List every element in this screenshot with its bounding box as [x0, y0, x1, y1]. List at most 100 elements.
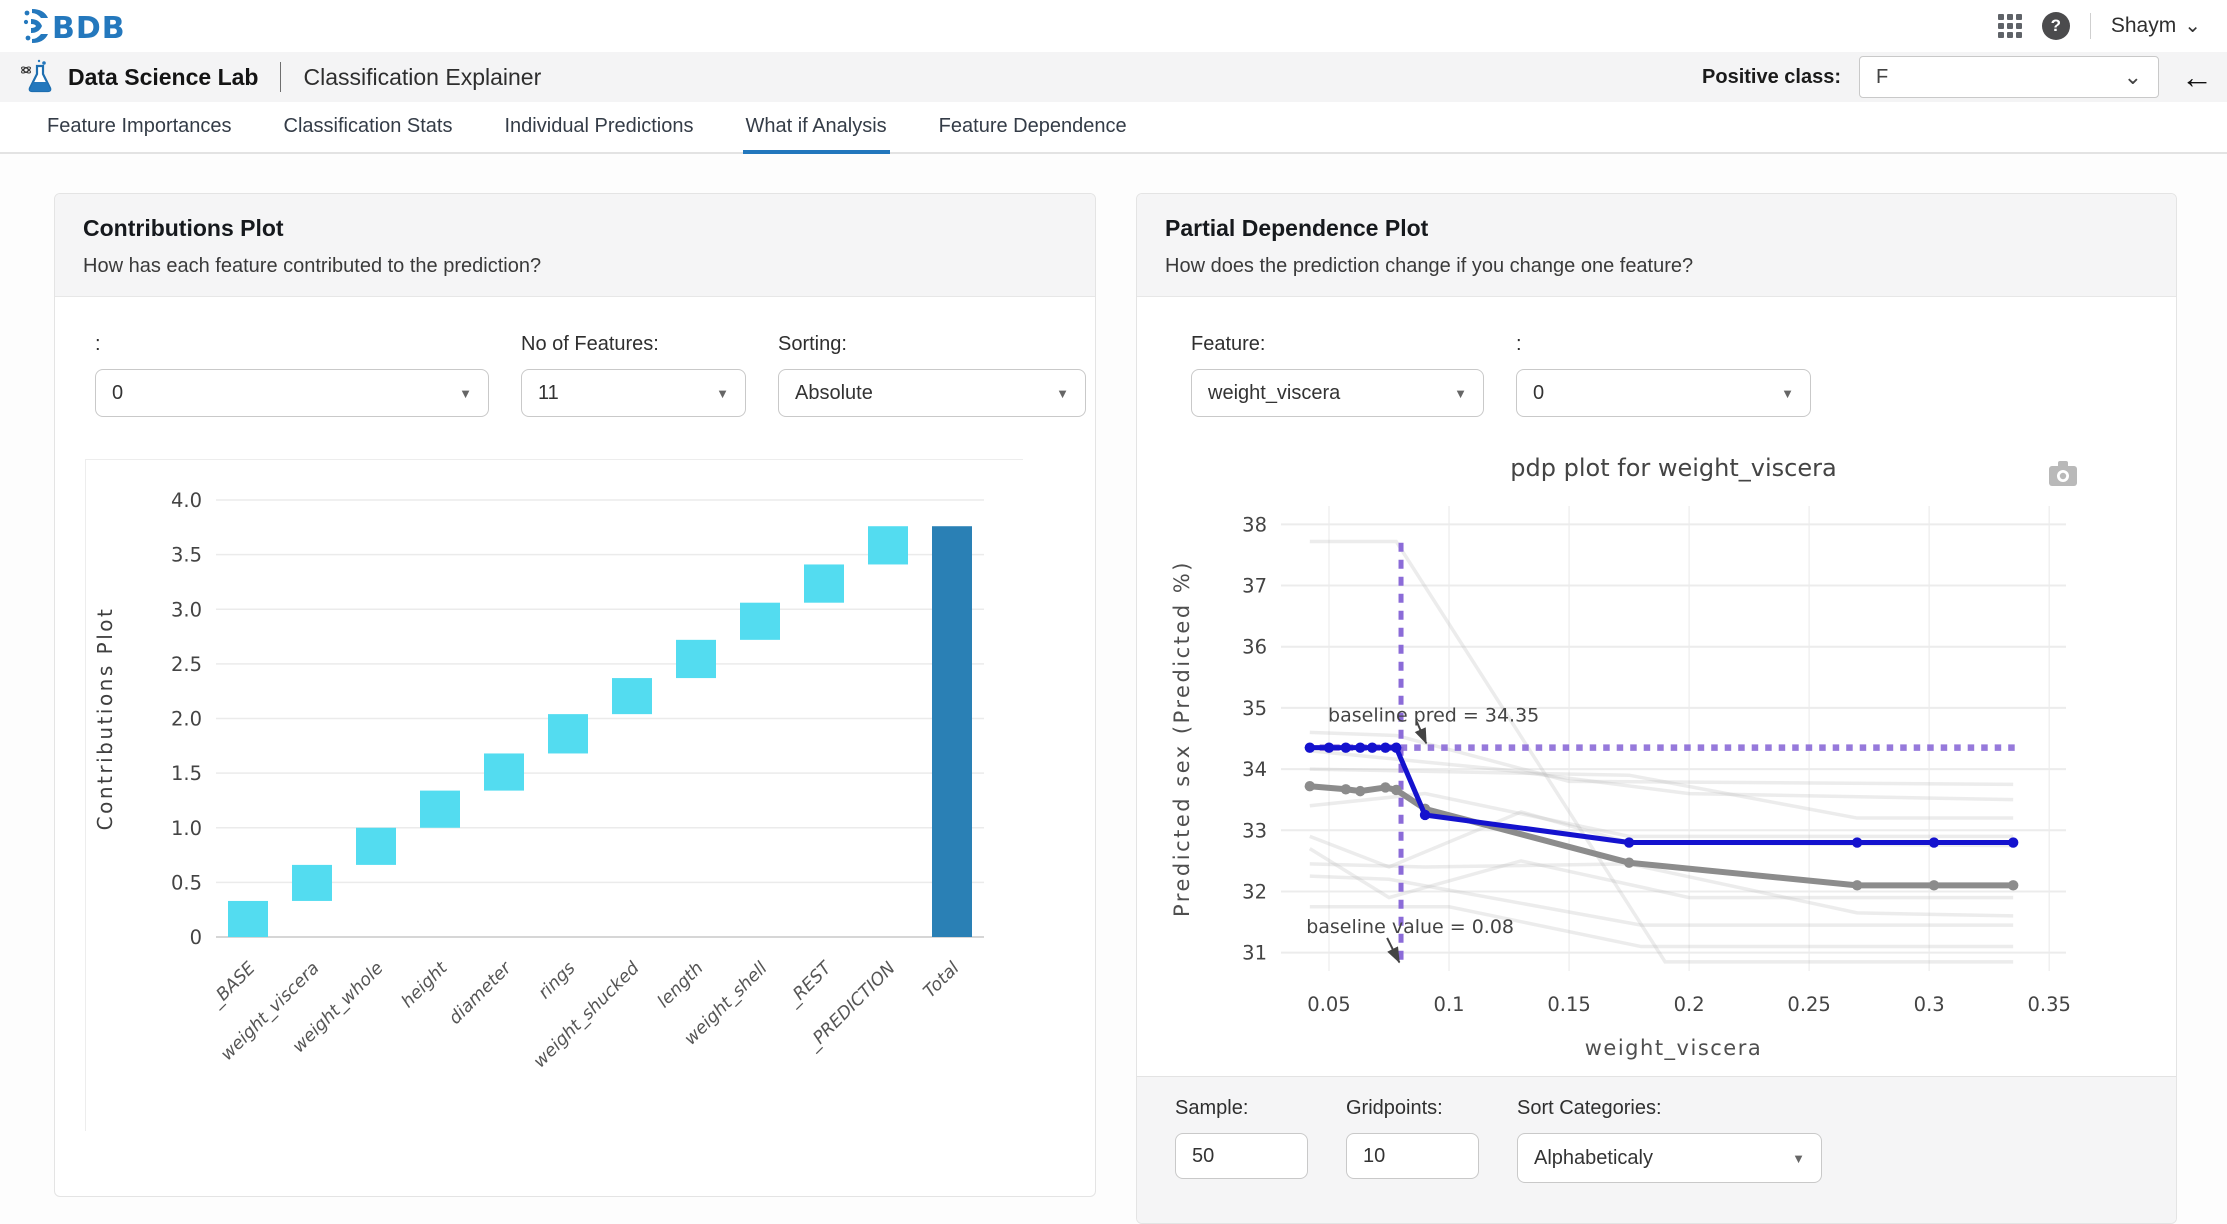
tab-what-if-analysis[interactable]: What if Analysis — [743, 102, 890, 154]
caret-down-icon: ▼ — [1781, 386, 1794, 401]
bdb-logo[interactable]: BDB — [22, 5, 162, 47]
svg-text:0.2: 0.2 — [1674, 993, 1705, 1016]
svg-text:0.05: 0.05 — [1307, 993, 1350, 1016]
back-arrow-icon[interactable]: ← — [2181, 59, 2213, 96]
chevron-down-icon: ⌄ — [2184, 21, 2201, 31]
tab-feature-importances[interactable]: Feature Importances — [44, 102, 235, 154]
contributions-panel: Contributions Plot How has each feature … — [54, 193, 1096, 1197]
sample-input[interactable] — [1175, 1133, 1308, 1179]
svg-text:baseline value = 0.08: baseline value = 0.08 — [1306, 916, 1514, 938]
num-features-label: No of Features: — [521, 333, 746, 356]
caret-down-icon: ▼ — [716, 386, 729, 401]
svg-text:1.5: 1.5 — [171, 762, 202, 785]
topbar-divider — [2090, 13, 2091, 39]
svg-text:0.35: 0.35 — [2027, 993, 2070, 1016]
wf-bar-_BASE — [228, 901, 268, 937]
gridpoints-input[interactable] — [1346, 1133, 1479, 1179]
pdp-x-axis-title: weight_viscera — [1585, 1036, 1762, 1061]
tab-individual-predictions[interactable]: Individual Predictions — [502, 102, 697, 154]
pdp-bottom-controls: Sample: Gridpoints: Sort Categories: Alp… — [1137, 1076, 2176, 1223]
sorting-value: Absolute — [795, 382, 873, 405]
feature-select[interactable]: weight_viscera ▼ — [1191, 369, 1484, 417]
svg-text:0.25: 0.25 — [1787, 993, 1830, 1016]
positive-class-select[interactable]: F ⌄ — [1859, 56, 2159, 98]
num-features-select[interactable]: 11 ▼ — [521, 369, 746, 417]
sorting-select[interactable]: Absolute ▼ — [778, 369, 1086, 417]
bdb-logo-icon: BDB — [22, 5, 162, 47]
feature-value: weight_viscera — [1208, 382, 1340, 405]
svg-text:0.1: 0.1 — [1434, 993, 1465, 1016]
wf-bar-weight_shucked — [612, 678, 652, 714]
apps-grid-icon[interactable] — [1998, 14, 2022, 38]
svg-text:3.0: 3.0 — [171, 598, 202, 621]
wf-bar-diameter — [484, 753, 524, 790]
page-root: BDB ? Shaym ⌄ — [0, 0, 2227, 1218]
svg-text:34: 34 — [1242, 758, 1267, 781]
index-control: : 0 ▼ — [95, 333, 489, 417]
pdp-index-label: : — [1516, 333, 1811, 356]
sorting-control: Sorting: Absolute ▼ — [778, 333, 1086, 417]
contributions-waterfall-chart[interactable]: 00.51.01.52.02.53.03.54.0Contributions P… — [86, 460, 1024, 1132]
help-icon[interactable]: ? — [2042, 12, 2070, 40]
top-bar: BDB ? Shaym ⌄ — [0, 0, 2227, 52]
num-features-value: 11 — [538, 382, 559, 405]
tab-feature-dependence[interactable]: Feature Dependence — [936, 102, 1130, 154]
svg-text:36: 36 — [1242, 636, 1267, 659]
svg-text:3.5: 3.5 — [171, 544, 202, 567]
pdp-chart[interactable]: 0.050.10.150.20.250.30.35313233343536373… — [1161, 431, 2111, 1071]
user-menu[interactable]: Shaym ⌄ — [2111, 14, 2201, 38]
num-features-control: No of Features: 11 ▼ — [521, 333, 746, 417]
svg-text:32: 32 — [1242, 880, 1267, 903]
contributions-panel-header: Contributions Plot How has each feature … — [55, 194, 1095, 297]
svg-text:0: 0 — [190, 926, 202, 949]
wf-bar-length — [676, 640, 716, 678]
caret-down-icon: ▼ — [1454, 386, 1467, 401]
sub-header: Data Science Lab Classification Explaine… — [0, 52, 2227, 102]
svg-text:31: 31 — [1242, 942, 1267, 965]
caret-down-icon: ▼ — [1792, 1151, 1805, 1166]
caret-down-icon: ▼ — [459, 386, 472, 401]
pdp-chart-title: pdp plot for weight_viscera — [1510, 454, 1836, 482]
svg-text:33: 33 — [1242, 819, 1267, 842]
pdp-index-value: 0 — [1533, 382, 1544, 405]
top-right-cluster: ? Shaym ⌄ — [1998, 12, 2201, 40]
svg-text:BDB: BDB — [52, 11, 126, 46]
user-name: Shaym — [2111, 14, 2176, 38]
sort-categories-select[interactable]: Alphabeticaly ▼ — [1517, 1133, 1822, 1183]
wf-bar-weight_shell — [740, 603, 780, 640]
main-content: Contributions Plot How has each feature … — [0, 154, 2227, 1224]
sort-categories-label: Sort Categories: — [1517, 1097, 1822, 1120]
contributions-subtitle: How has each feature contributed to the … — [83, 255, 1067, 278]
pdp-title: Partial Dependence Plot — [1165, 215, 2148, 242]
svg-text:1.0: 1.0 — [171, 817, 202, 840]
svg-text:4.0: 4.0 — [171, 489, 202, 512]
pdp-index-select[interactable]: 0 ▼ — [1516, 369, 1811, 417]
svg-text:38: 38 — [1242, 513, 1267, 536]
pdp-subtitle: How does the prediction change if you ch… — [1165, 255, 2148, 278]
sample-control: Sample: — [1175, 1097, 1308, 1223]
wf-y-axis-title: Contributions Plot — [93, 607, 117, 831]
index-label: : — [95, 333, 489, 356]
svg-text:35: 35 — [1242, 697, 1267, 720]
tab-classification-stats[interactable]: Classification Stats — [281, 102, 456, 154]
wf-bar-_PREDICTION — [868, 526, 908, 564]
index-value: 0 — [112, 382, 123, 405]
sort-categories-control: Sort Categories: Alphabeticaly ▼ — [1517, 1097, 1822, 1223]
pdp-controls: Feature: weight_viscera ▼ : 0 ▼ — [1137, 297, 2176, 417]
pdp-index-control: : 0 ▼ — [1516, 333, 1811, 417]
pdp-panel-header: Partial Dependence Plot How does the pre… — [1137, 194, 2176, 297]
chevron-down-icon: ⌄ — [2124, 73, 2142, 81]
contributions-chart-box: 00.51.01.52.02.53.03.54.0Contributions P… — [85, 459, 1023, 1131]
flask-icon — [20, 58, 56, 96]
index-select[interactable]: 0 ▼ — [95, 369, 489, 417]
tab-bar: Feature Importances Classification Stats… — [0, 102, 2227, 154]
wf-bar-rings — [548, 714, 588, 753]
app-identity: Data Science Lab Classification Explaine… — [20, 58, 541, 96]
gridpoints-control: Gridpoints: — [1346, 1097, 1479, 1223]
sorting-label: Sorting: — [778, 333, 1086, 356]
sort-categories-value: Alphabeticaly — [1534, 1147, 1653, 1170]
wf-bar-_REST — [804, 564, 844, 602]
positive-class-value: F — [1876, 66, 1888, 89]
title-divider — [280, 62, 281, 92]
svg-text:0.15: 0.15 — [1547, 993, 1590, 1016]
